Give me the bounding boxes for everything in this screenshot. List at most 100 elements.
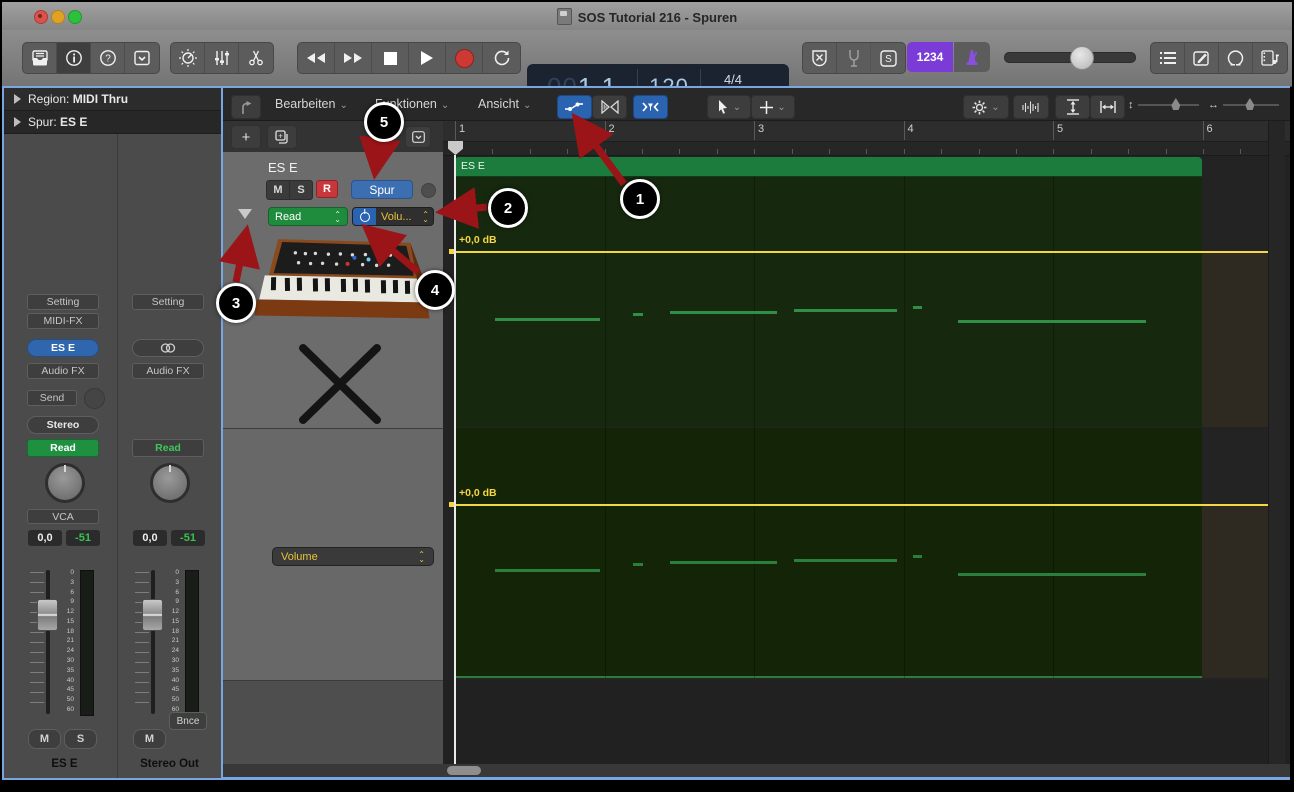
- add-track-button[interactable]: +: [231, 125, 261, 149]
- mixer-icon[interactable]: [205, 43, 239, 73]
- strip1-fader[interactable]: [37, 599, 58, 631]
- track-name[interactable]: ES E: [268, 160, 298, 175]
- tuner-icon[interactable]: [837, 43, 871, 73]
- automation-parameter-dropdown[interactable]: Volu... ⌃⌄: [352, 207, 434, 226]
- beat-ruler[interactable]: [443, 142, 1290, 156]
- vertical-zoom-slider[interactable]: ↕: [1128, 96, 1203, 114]
- track-zoom-presets-button[interactable]: ⌄: [963, 95, 1009, 119]
- duplicate-track-button[interactable]: +: [267, 125, 297, 149]
- bar-ruler[interactable]: 123456: [443, 121, 1290, 142]
- stop-icon[interactable]: [372, 43, 409, 73]
- strip1-instrument-button[interactable]: ES E: [27, 339, 99, 357]
- media-browser-icon[interactable]: [1253, 43, 1287, 73]
- strip1-midi-fx-button[interactable]: MIDI-FX: [27, 313, 99, 329]
- horizontal-zoom-slider[interactable]: ↔: [1208, 96, 1283, 114]
- strip1-pan-knob[interactable]: [45, 463, 85, 503]
- count-in-button[interactable]: 1234: [907, 42, 953, 72]
- track-header-config-button[interactable]: [405, 126, 431, 148]
- strip1-mute-button[interactable]: M: [28, 729, 61, 749]
- inspector-toggle-icon[interactable]: [57, 43, 91, 73]
- strip2-pan-knob[interactable]: [150, 463, 190, 503]
- strip1-output-button[interactable]: Stereo: [27, 416, 99, 434]
- disclosure-right-icon[interactable]: [14, 117, 21, 127]
- waveform-zoom-button[interactable]: [1013, 95, 1049, 119]
- ruler-bar-line: [605, 121, 606, 140]
- strip1-volume-value[interactable]: 0,0: [28, 530, 62, 546]
- horizontal-zoom-thumb[interactable]: [1245, 98, 1254, 110]
- region-inspector-header[interactable]: Region: MIDI Thru: [4, 88, 221, 111]
- spur-automation-target-button[interactable]: Spur: [351, 180, 413, 199]
- vertical-scrollbar-track[interactable]: [1268, 121, 1285, 764]
- strip1-send-knob[interactable]: [84, 388, 105, 409]
- automation-lane-header[interactable]: Volume⌃⌄: [223, 428, 443, 681]
- strip2-fader[interactable]: [142, 599, 163, 631]
- forward-icon[interactable]: [335, 43, 372, 73]
- strip1-send-button[interactable]: Send: [27, 390, 77, 406]
- strip1-group-button[interactable]: VCA: [27, 509, 99, 524]
- quick-help-icon[interactable]: ?: [91, 43, 125, 73]
- list-editors-icon[interactable]: [1151, 43, 1185, 73]
- horizontal-auto-zoom-button[interactable]: [1090, 95, 1125, 119]
- automation-power-button[interactable]: [353, 207, 376, 226]
- strip1-peak-value[interactable]: -51: [66, 530, 100, 546]
- strip2-setting-button[interactable]: Setting: [132, 294, 204, 310]
- editors-scissors-icon[interactable]: [239, 43, 273, 73]
- track-inspector-header[interactable]: Spur: ES E: [4, 111, 221, 134]
- track-header[interactable]: ES E M S R Spur Read⌃⌄ Volu... ⌃⌄: [223, 152, 443, 428]
- smart-controls-icon[interactable]: [171, 43, 205, 73]
- lane-parameter-dropdown[interactable]: Volume⌃⌄: [272, 547, 434, 566]
- rewind-icon[interactable]: [298, 43, 335, 73]
- strip2-bounce-button[interactable]: Bnce: [169, 712, 207, 730]
- flex-toggle-button[interactable]: [592, 95, 627, 119]
- strip1-setting-button[interactable]: Setting: [27, 294, 99, 310]
- region-name-bar[interactable]: ES E: [455, 157, 1202, 177]
- master-volume-knob[interactable]: [1070, 46, 1094, 70]
- strip1-audio-fx-button[interactable]: Audio FX: [27, 363, 99, 379]
- track-record-enable-button[interactable]: R: [316, 180, 338, 198]
- vertical-zoom-thumb[interactable]: [1171, 98, 1180, 110]
- region-body-lane1[interactable]: [455, 177, 1202, 427]
- automation-mode-dropdown[interactable]: Read⌃⌄: [268, 207, 348, 226]
- callout-1: 1: [620, 179, 660, 219]
- menu-ansicht[interactable]: Ansicht⌄: [478, 97, 531, 111]
- secondary-tool-button[interactable]: ⌄: [751, 95, 795, 119]
- track-color-dot[interactable]: [421, 183, 436, 198]
- ruler-bar-number: 6: [1207, 123, 1213, 135]
- checklist-icon[interactable]: [125, 43, 159, 73]
- note-pads-icon[interactable]: [1185, 43, 1219, 73]
- play-icon[interactable]: [409, 43, 446, 73]
- catch-playhead-button[interactable]: [633, 95, 668, 119]
- strip2-audio-fx-button[interactable]: Audio FX: [132, 363, 204, 379]
- solo-mode-icon[interactable]: S: [871, 43, 905, 73]
- strip2-volume-value[interactable]: 0,0: [133, 530, 167, 546]
- disclosure-right-icon[interactable]: [14, 94, 21, 104]
- loops-browser-icon[interactable]: [1219, 43, 1253, 73]
- power-icon: [360, 212, 370, 222]
- automation-line-2[interactable]: [452, 504, 1268, 506]
- horizontal-scrollbar-thumb[interactable]: [447, 766, 481, 775]
- strip2-peak-value[interactable]: -51: [171, 530, 205, 546]
- no-overlap-icon[interactable]: [803, 43, 837, 73]
- strip1-automation-mode-button[interactable]: Read: [27, 439, 99, 457]
- record-icon[interactable]: [446, 43, 483, 73]
- cycle-icon[interactable]: [483, 43, 520, 73]
- automation-toggle-button[interactable]: [557, 95, 592, 119]
- pointer-tool-button[interactable]: ⌄: [707, 95, 751, 119]
- automation-disclosure-triangle[interactable]: [238, 209, 252, 219]
- region-body-lane2[interactable]: [455, 428, 1202, 678]
- metronome-button[interactable]: [954, 42, 990, 72]
- arrange-area[interactable]: 123456 ES E +0,0 dB +0,0 dB: [443, 121, 1290, 764]
- horizontal-scrollbar-track[interactable]: [223, 764, 1290, 777]
- strip2-mute-button[interactable]: M: [133, 729, 166, 749]
- track-solo-button[interactable]: S: [290, 181, 312, 199]
- empty-track-area[interactable]: [443, 680, 1290, 764]
- vertical-auto-zoom-button[interactable]: [1055, 95, 1090, 119]
- library-icon[interactable]: [23, 43, 57, 73]
- strip2-format-button[interactable]: [132, 339, 204, 357]
- strip1-solo-button[interactable]: S: [64, 729, 97, 749]
- automation-line-1[interactable]: [452, 251, 1268, 253]
- strip2-automation-mode-button[interactable]: Read: [132, 439, 204, 457]
- back-arrow-button[interactable]: [231, 95, 261, 119]
- menu-bearbeiten[interactable]: Bearbeiten⌄: [275, 97, 348, 111]
- track-mute-button[interactable]: M: [267, 181, 290, 199]
